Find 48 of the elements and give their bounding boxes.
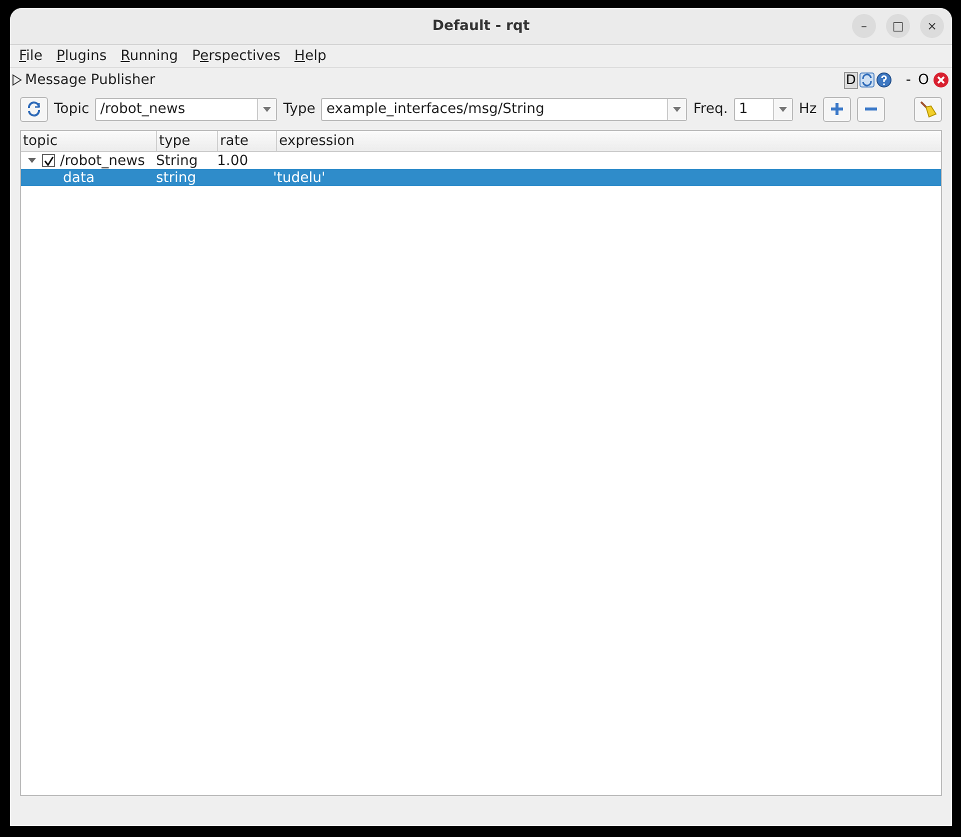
column-header[interactable]: rate bbox=[218, 131, 277, 151]
table-cell-text: 1.00 bbox=[216, 152, 248, 168]
menu-item[interactable]: Help bbox=[287, 48, 334, 64]
menu-item[interactable]: Perspectives bbox=[185, 48, 288, 64]
add-button[interactable] bbox=[822, 96, 851, 122]
table-cell-text: data bbox=[62, 170, 95, 186]
column-header[interactable]: expression bbox=[277, 131, 941, 151]
minimize-plugin-button[interactable]: - bbox=[902, 72, 914, 88]
table-cell: /robot_news bbox=[60, 152, 145, 168]
close-icon[interactable] bbox=[933, 72, 949, 88]
menu-item[interactable]: Plugins bbox=[49, 48, 114, 64]
caret-icon bbox=[778, 106, 787, 112]
column-header[interactable]: topic bbox=[21, 131, 157, 151]
caret-icon bbox=[263, 106, 272, 112]
help-icon[interactable] bbox=[876, 72, 892, 88]
caret-icon bbox=[673, 106, 682, 112]
close-button[interactable]: × bbox=[920, 14, 944, 38]
menu-item[interactable]: Running bbox=[114, 48, 186, 64]
hz-label: Hz bbox=[798, 101, 817, 117]
remove-button[interactable] bbox=[856, 96, 885, 122]
plus-icon bbox=[830, 102, 844, 116]
menu-item[interactable]: File bbox=[12, 48, 50, 64]
column-header[interactable]: type bbox=[157, 131, 218, 151]
maximize-button[interactable]: □ bbox=[886, 14, 910, 38]
window-title: Default - rqt bbox=[432, 18, 530, 34]
type-label: Type bbox=[283, 101, 316, 117]
table-cell: string bbox=[156, 170, 196, 186]
tree-row[interactable]: /robot_news String 1.00 bbox=[21, 152, 941, 169]
topic-combo[interactable]: /robot_news bbox=[95, 98, 278, 120]
minimize-button[interactable]: – bbox=[852, 14, 876, 38]
tree-row[interactable]: data string 'tudelu' bbox=[21, 169, 941, 186]
clear-button[interactable] bbox=[914, 96, 942, 122]
broom-icon bbox=[919, 100, 937, 118]
debug-button[interactable]: D bbox=[844, 72, 858, 88]
refresh-icon bbox=[26, 101, 42, 117]
float-plugin-button[interactable]: O bbox=[914, 72, 932, 88]
refresh-button[interactable] bbox=[20, 96, 48, 122]
topic-label: Topic bbox=[54, 101, 90, 117]
reload-icon[interactable] bbox=[858, 72, 875, 88]
expand-arrow-icon[interactable] bbox=[28, 158, 36, 164]
checkbox[interactable] bbox=[42, 154, 55, 167]
plugin-title: Message Publisher bbox=[25, 72, 156, 88]
table-cell: 'tudelu' bbox=[273, 170, 326, 186]
type-combo[interactable]: example_interfaces/msg/String bbox=[321, 98, 688, 120]
frequency-combo[interactable]: 1 bbox=[734, 98, 793, 120]
expand-icon[interactable] bbox=[12, 74, 22, 86]
table-cell: String bbox=[156, 152, 198, 168]
freq-label: Freq. bbox=[693, 101, 728, 117]
